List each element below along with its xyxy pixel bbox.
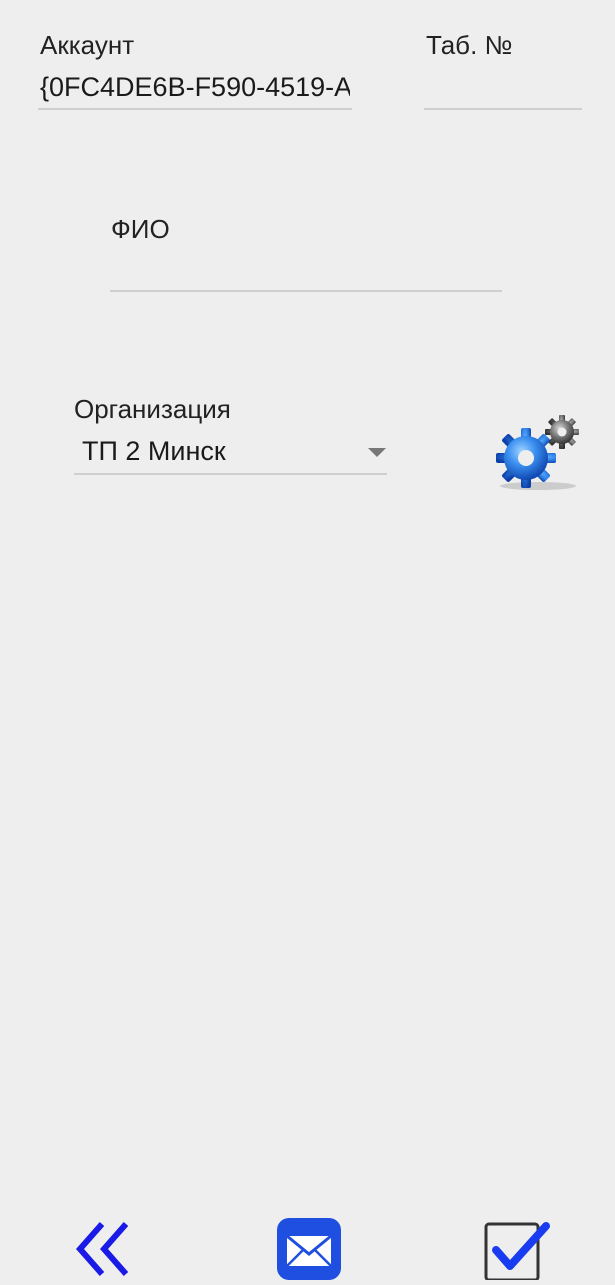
organization-select-underline [74, 473, 387, 475]
account-label: Аккаунт [40, 30, 135, 60]
settings-button[interactable] [490, 410, 582, 494]
checkbox-checked-icon [484, 1222, 550, 1282]
account-field[interactable]: {0FC4DE6B-F590-4519-A [40, 72, 350, 103]
organization-label: Организация [74, 394, 231, 424]
fio-label: ФИО [111, 214, 170, 244]
tab-number-field[interactable] [426, 72, 582, 106]
confirm-button[interactable] [482, 1216, 552, 1282]
tab-number-label: Таб. № [426, 30, 513, 60]
gears-settings-icon [496, 415, 579, 490]
fio-field-underline [110, 290, 502, 292]
back-button[interactable] [74, 1218, 134, 1280]
dropdown-arrow-icon [368, 448, 386, 457]
send-mail-button[interactable] [276, 1216, 342, 1280]
fio-field[interactable] [111, 252, 501, 286]
account-field-underline [38, 108, 352, 110]
envelope-icon [277, 1218, 341, 1280]
double-chevron-left-icon [76, 1222, 129, 1276]
organization-select[interactable]: ТП 2 Минск [74, 428, 386, 472]
organization-selected-value: ТП 2 Минск [82, 436, 226, 466]
tab-number-field-underline [424, 108, 582, 110]
